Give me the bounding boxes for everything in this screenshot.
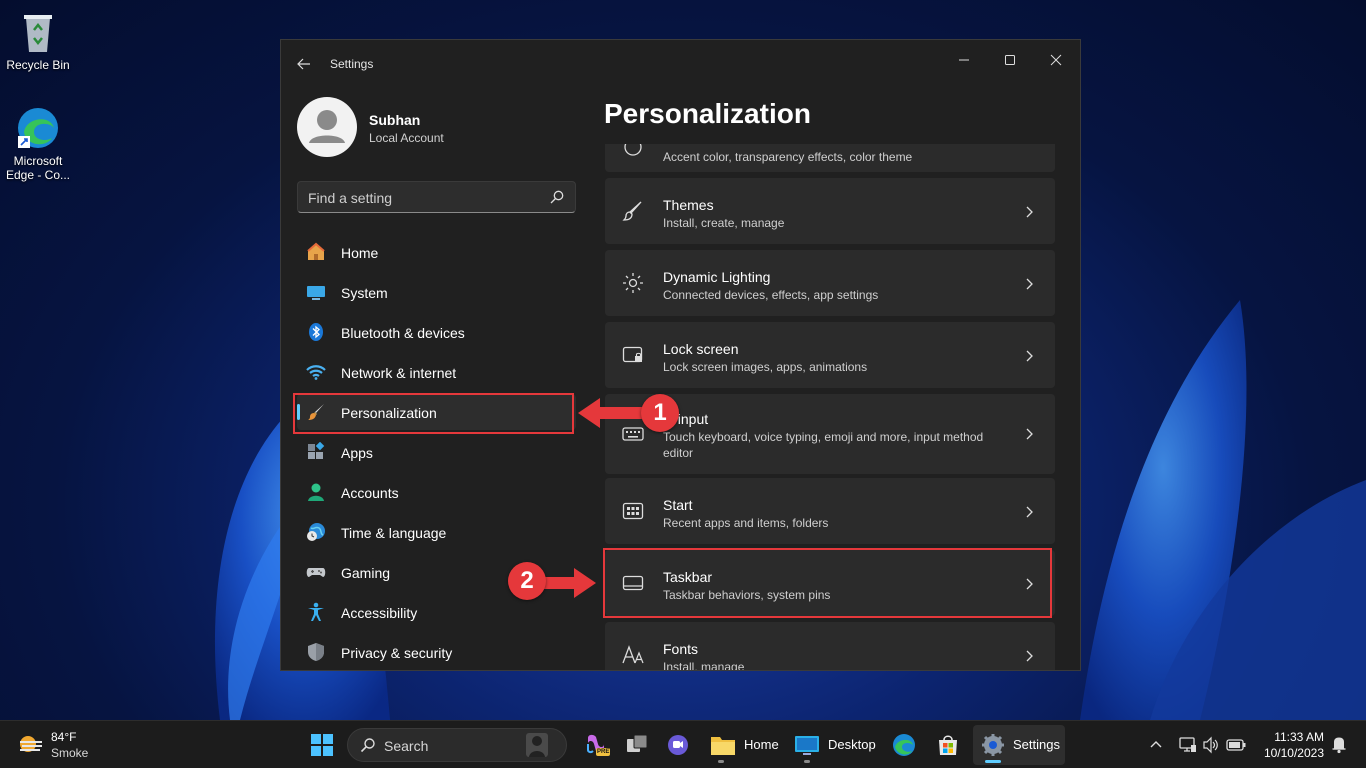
taskbar-search[interactable]: Search [347,728,567,762]
step-2-badge: 2 [508,562,546,600]
active-app-indicator [985,760,1001,763]
task-view-button[interactable] [618,725,656,765]
running-indicator [804,760,810,763]
search-icon [360,738,375,753]
taskbar-app-home[interactable]: Home [702,725,782,765]
task-view-icon [627,734,648,752]
arrow-left-annotation [578,398,650,428]
network-icon[interactable] [1179,736,1197,754]
annotation-overlay [540,398,650,598]
weather-temperature[interactable]: 84°F [51,730,76,744]
taskbar: 84°F Smoke Search PRE Home Desktop Setti… [0,720,1366,768]
gear-icon [982,734,1004,756]
battery-icon[interactable] [1226,736,1246,754]
clock-time[interactable]: 11:33 AM [1262,730,1324,744]
edge-taskbar-button[interactable] [884,725,924,765]
weather-condition[interactable]: Smoke [51,746,88,760]
taskbar-app-desktop[interactable]: Desktop [788,725,880,765]
taskbar-app-label: Settings [1013,737,1060,752]
desktop-icon [795,736,819,755]
volume-icon[interactable] [1202,736,1220,754]
pre-badge: PRE [596,748,611,756]
taskbar-app-label: Home [744,737,779,752]
store-taskbar-button[interactable] [928,725,968,765]
clock-date[interactable]: 10/10/2023 [1252,746,1324,760]
notification-bell-icon[interactable] [1331,736,1347,754]
taskbar-app-settings[interactable]: Settings [973,725,1065,765]
arrow-right-annotation [540,568,596,598]
search-highlight-icon [526,733,548,757]
edge-icon [893,734,915,756]
running-indicator [718,760,724,763]
teams-chat-button[interactable] [658,725,698,765]
store-icon [939,735,957,755]
copilot-button[interactable]: PRE [576,725,616,765]
chat-icon [668,735,688,755]
show-hidden-icons-button[interactable] [1144,725,1168,765]
taskbar-app-label: Desktop [828,737,876,752]
step-1-badge: 1 [641,394,679,432]
chevron-up-icon [1150,741,1162,748]
folder-icon [711,737,735,755]
weather-sun-haze-icon[interactable] [16,732,44,758]
start-button[interactable] [302,725,342,765]
windows-logo-icon [311,734,333,756]
taskbar-search-label: Search [384,738,429,754]
